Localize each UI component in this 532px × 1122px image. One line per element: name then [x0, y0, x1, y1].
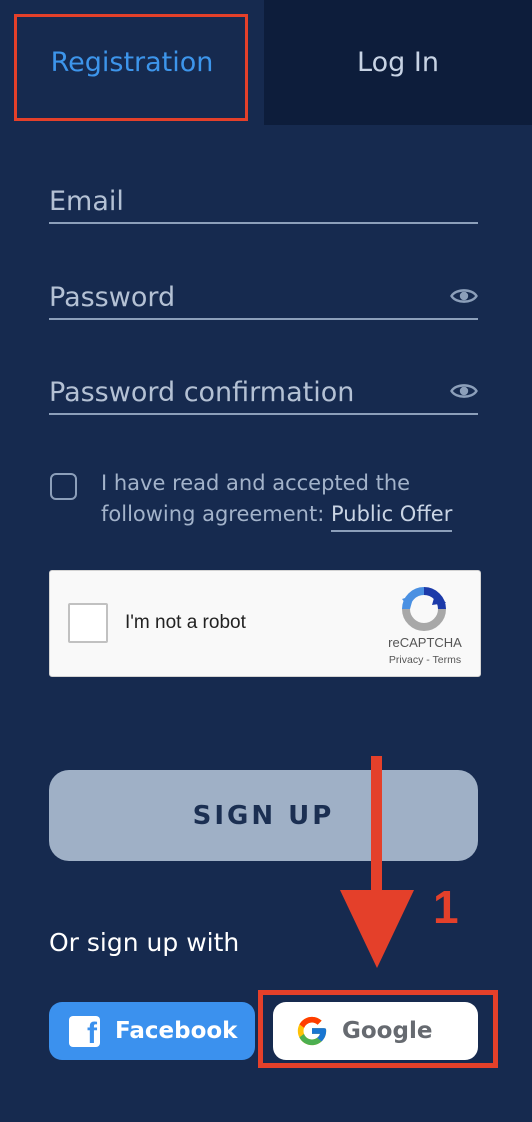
recaptcha-logo-icon [402, 587, 446, 631]
password-confirmation-field-wrapper [49, 371, 478, 415]
tab-login[interactable]: Log In [264, 0, 532, 125]
recaptcha-privacy-link[interactable]: Privacy [389, 654, 423, 666]
facebook-label: Facebook [115, 1018, 238, 1044]
public-offer-link[interactable]: Public Offer [330, 502, 453, 532]
agreement-text-block: I have read and accepted the following a… [101, 468, 501, 532]
recaptcha-checkbox[interactable] [68, 603, 108, 643]
google-highlight-box [258, 990, 498, 1068]
recaptcha-terms-link[interactable]: Terms [433, 654, 462, 666]
recaptcha-brand: reCAPTCHA [388, 635, 462, 650]
email-field-wrapper [49, 180, 478, 224]
eye-icon[interactable] [450, 286, 478, 306]
eye-icon[interactable] [450, 381, 478, 401]
facebook-signup-button[interactable]: f Facebook [49, 1002, 255, 1060]
arrow-down-icon [340, 756, 414, 968]
recaptcha-label: I'm not a robot [125, 612, 246, 633]
recaptcha-links: Privacy - Terms [370, 654, 480, 666]
facebook-icon: f [69, 1015, 100, 1047]
social-signup-heading: Or sign up with [49, 928, 240, 957]
password-confirmation-field[interactable] [49, 371, 478, 413]
agreement-checkbox[interactable] [50, 473, 77, 500]
registration-highlight-box [14, 14, 248, 121]
recaptcha-separator: - [426, 654, 430, 666]
email-field[interactable] [49, 180, 478, 222]
tab-login-label: Log In [357, 47, 439, 78]
recaptcha-widget: I'm not a robot reCAPTCHA Privacy - Term… [49, 570, 481, 677]
annotation-step-number: 1 [433, 881, 459, 933]
password-field-wrapper [49, 276, 478, 320]
password-field[interactable] [49, 276, 478, 318]
